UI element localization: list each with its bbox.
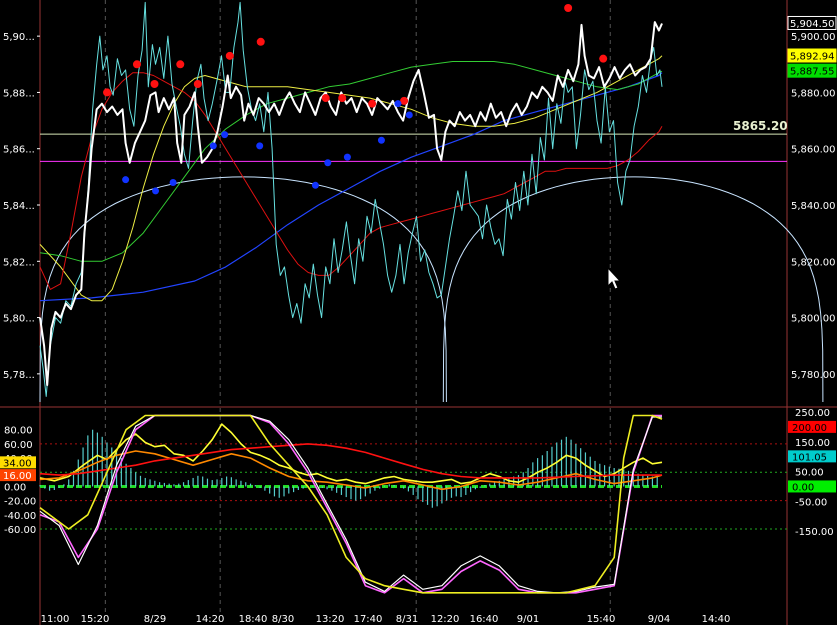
time-axis-label: 16:40 [470,614,499,625]
arc_right [442,176,824,403]
osc-right-badge-text: 200.00 [792,423,827,434]
price-level-badge-text: 5,904.50 [790,19,835,30]
osc-right-badge-text: 0.00 [792,482,814,493]
osc-right-tick: 50.00 [795,468,824,479]
blue-dot-marker [405,111,413,119]
red-dot-marker [176,60,185,69]
red-dot-marker [256,37,265,46]
osc-left-tick: -20.00 [4,497,36,508]
osc-left-badge-text: 16.00 [3,471,32,482]
blue-dot-marker [122,176,130,184]
price-left-tick: 5,84... [3,201,35,212]
red-dot-marker [599,54,608,63]
time-axis-label: 11:00 [41,614,70,625]
price-right-tick: 5,800.00 [791,314,836,325]
price-right-tick: 5,780.00 [791,370,836,381]
arc_left [39,176,447,403]
red-dot-marker [150,79,159,88]
price-left-tick: 5,82... [3,257,35,268]
red-dot-marker [368,99,377,108]
red-dot-marker [193,79,202,88]
osc-left-tick: -40.00 [4,511,36,522]
price-left-tick: 5,90... [3,32,35,43]
red-dot-marker [338,94,347,103]
red-dot-marker [132,60,141,69]
price-right-tick: 5,860.00 [791,145,836,156]
time-axis-label: 18:40 [239,614,268,625]
blue-dot-marker [311,181,319,189]
blue-dot-marker [152,187,160,195]
price-right-tick: 5,880.00 [791,88,836,99]
time-axis-label: 15:40 [587,614,616,625]
osc-series-red-osc [39,443,662,479]
price-left-tick: 5,78... [3,370,35,381]
price-left-tick: 5,88... [3,88,35,99]
series-blue-ma [39,72,663,302]
time-axis-label: 14:40 [702,614,731,625]
osc-series-white-osc [39,414,662,594]
time-axis-label: 14:20 [196,614,225,625]
osc-left-badge-text: 34.00 [3,458,32,469]
osc-left-tick: 80.00 [4,426,33,437]
time-axis-label: 8/29 [144,614,166,625]
time-axis-label: 13:20 [316,614,345,625]
time-axis-label: 9/04 [648,614,670,625]
osc-left-tick: -60.00 [4,525,36,536]
osc-right-badge-text: 101.05 [792,452,827,463]
time-axis-label: 15:20 [81,614,110,625]
mouse-cursor-icon [607,266,622,290]
red-dot-marker [321,94,330,103]
osc-left-tick: 0.00 [4,482,26,493]
price-right-tick: 5,900.00 [791,32,836,43]
blue-dot-marker [324,159,332,167]
osc-series-pink-osc [39,414,662,594]
time-axis-label: 8/30 [272,614,294,625]
osc-series-yellow-long [39,414,663,594]
blue-dot-marker [394,100,402,108]
red-dot-marker [225,51,234,60]
red-dot-marker [103,88,112,97]
series-fast [39,1,663,397]
price-right-tick: 5,840.00 [791,201,836,212]
chart-svg[interactable]: 5,90... 5,88... 5,86... 5,84... 5,82... 5,80.… [0,0,837,625]
price-left-tick: 5,80... [3,314,35,325]
time-axis-label: 17:40 [354,614,383,625]
time-axis-label: 8/31 [396,614,418,625]
level-line-label: 5865.20 [733,119,788,133]
blue-dot-marker [169,178,177,186]
osc-right-tick: 150.00 [795,438,830,449]
price-level-badge-text: 5,892.94 [790,52,835,63]
time-axis-label: 12:20 [431,614,460,625]
osc-right-tick: -50.00 [795,497,827,508]
osc-left-tick: 60.00 [4,440,33,451]
series-yellow-ma [39,55,663,302]
blue-dot-marker [209,142,217,150]
blue-dot-marker [377,136,385,144]
chart-window: 5,90... 5,88... 5,86... 5,84... 5,82... 5,80.… [0,0,837,625]
osc-right-tick: 250.00 [795,408,830,419]
time-axis-label: 9/01 [517,614,539,625]
price-level-badge-text: 5,887.55 [790,67,835,78]
blue-dot-marker [221,131,229,139]
series-price [39,21,663,387]
blue-dot-marker [343,153,351,161]
blue-dot-marker [256,142,264,150]
price-right-tick: 5,820.00 [791,257,836,268]
osc-right-tick: -150.00 [795,527,834,538]
red-dot-marker [564,4,573,12]
price-left-tick: 5,86... [3,145,35,156]
